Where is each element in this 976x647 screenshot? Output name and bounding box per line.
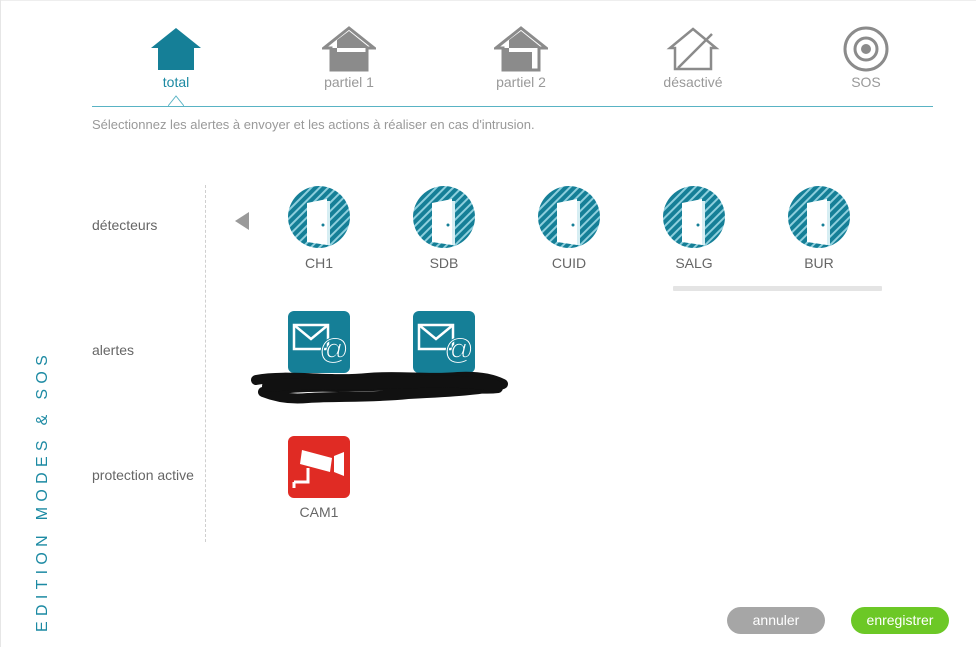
section-divider bbox=[205, 185, 206, 542]
tab-underline bbox=[92, 106, 933, 107]
email-alert-icon: @ bbox=[288, 311, 350, 373]
detector-item-salg[interactable]: SALG bbox=[644, 185, 744, 271]
detector-label: SALG bbox=[675, 255, 713, 271]
tab-mode-label: partiel 2 bbox=[496, 74, 546, 90]
row-label-alertes: alertes bbox=[92, 342, 135, 358]
protection-label: CAM1 bbox=[299, 504, 339, 520]
door-sensor-icon bbox=[413, 186, 475, 248]
detector-label: BUR bbox=[804, 255, 834, 271]
alert-item-email-1[interactable]: @ bbox=[269, 311, 369, 373]
detector-item-cuid[interactable]: CUID bbox=[519, 185, 619, 271]
scroll-left-arrow-icon[interactable] bbox=[233, 210, 251, 232]
house-filled-icon bbox=[151, 28, 201, 70]
detector-item-bur[interactable]: BUR bbox=[769, 185, 869, 271]
detector-item-sdb[interactable]: SDB bbox=[394, 185, 494, 271]
door-sensor-icon bbox=[788, 186, 850, 248]
target-icon bbox=[843, 26, 889, 72]
detector-label: CH1 bbox=[304, 255, 333, 271]
tab-mode-total[interactable]: total bbox=[116, 26, 236, 90]
house-outline-slashed-icon bbox=[666, 27, 720, 71]
svg-text:@: @ bbox=[319, 333, 349, 366]
row-label-protection-active: protection active bbox=[92, 467, 194, 483]
door-sensor-icon bbox=[663, 186, 725, 248]
detector-label: SDB bbox=[429, 255, 459, 271]
detectors-scrollbar[interactable] bbox=[673, 286, 882, 291]
frame-top-border bbox=[0, 0, 976, 1]
door-sensor-icon bbox=[288, 186, 350, 248]
door-sensor-icon bbox=[538, 186, 600, 248]
house-partial-icon bbox=[322, 26, 376, 72]
tab-mode-label: SOS bbox=[851, 74, 881, 90]
tab-mode-label: désactivé bbox=[663, 74, 723, 90]
detector-label: CUID bbox=[551, 255, 587, 271]
email-alert-icon: @ bbox=[413, 311, 475, 373]
house-partial-icon bbox=[494, 26, 548, 72]
save-button[interactable]: enregistrer bbox=[851, 607, 949, 634]
detector-item-ch1[interactable]: CH1 bbox=[269, 185, 369, 271]
svg-text:@: @ bbox=[444, 333, 474, 366]
frame-left-border bbox=[0, 0, 1, 647]
tab-mode-sos[interactable]: SOS bbox=[806, 26, 926, 90]
alert-item-email-2[interactable]: @ bbox=[394, 311, 494, 373]
camera-icon bbox=[288, 436, 350, 498]
cancel-button[interactable]: annuler bbox=[727, 607, 825, 634]
tab-mode-label: total bbox=[162, 74, 190, 90]
tab-mode-desactive[interactable]: désactivé bbox=[633, 26, 753, 90]
instructions-text: Sélectionnez les alertes à envoyer et le… bbox=[92, 117, 535, 132]
redacted-scribble bbox=[251, 371, 508, 404]
row-label-detecteurs: détecteurs bbox=[92, 217, 158, 233]
panel-title: EDITION MODES & SOS bbox=[34, 349, 51, 632]
tab-mode-partiel-1[interactable]: partiel 1 bbox=[289, 26, 409, 90]
tab-mode-label: partiel 1 bbox=[324, 74, 374, 90]
tab-mode-partiel-2[interactable]: partiel 2 bbox=[461, 26, 581, 90]
protection-item-cam1[interactable]: CAM1 bbox=[269, 436, 369, 520]
